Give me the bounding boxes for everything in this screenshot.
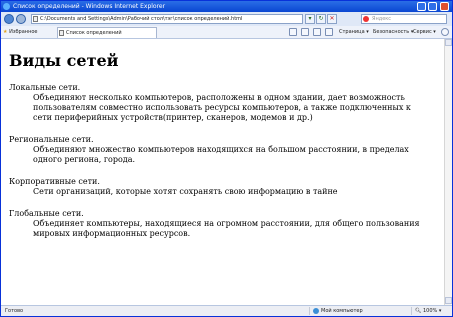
forward-button[interactable] (16, 14, 26, 24)
address-input[interactable]: C:\Documents and Settings\Admin\Рабочий … (31, 14, 303, 24)
definition-term: Корпоративные сети. (9, 177, 100, 186)
back-button[interactable] (4, 14, 14, 24)
star-icon: ★ (3, 29, 8, 35)
refresh-icon[interactable]: ↻ (316, 14, 326, 24)
status-text: Готово (5, 308, 24, 314)
tools-menu-label: Сервис (413, 29, 432, 35)
definition-list: Локальные сети. Объединяют несколько ком… (9, 83, 429, 251)
window-title: Список определений - Windows Internet Ex… (13, 3, 166, 10)
stop-icon[interactable]: ✕ (327, 14, 337, 24)
home-icon[interactable] (289, 28, 297, 36)
definition-description: Сети организаций, которые хотят сохранят… (33, 187, 338, 196)
security-menu-label: Безопасность (373, 29, 410, 35)
tab-current[interactable]: Список определений (57, 27, 157, 38)
page-content: Виды сетей Локальные сети. Объединяют не… (1, 39, 444, 305)
status-divider (309, 307, 310, 315)
definition-term: Региональные сети. (9, 135, 94, 144)
close-button[interactable] (440, 2, 449, 11)
scroll-down-button[interactable] (445, 297, 452, 304)
favorites-label: Избранное (9, 29, 38, 35)
tab-title: Список определений (66, 30, 122, 36)
tabs-toolbar: ★ Избранное Список определений Страница … (1, 26, 452, 39)
feeds-icon[interactable] (301, 28, 309, 36)
address-toolbar: C:\Documents and Settings\Admin\Рабочий … (1, 12, 452, 27)
zone-label: Мой компьютер (321, 308, 363, 314)
minimize-button[interactable] (417, 2, 426, 11)
definition-description: Объединяют несколько компьютеров, распол… (33, 93, 411, 122)
definition-description: Объединяет компьютеры, находящиеся на ог… (33, 219, 420, 238)
ie-icon (3, 3, 10, 10)
zoom-level: 100% (422, 308, 438, 314)
title-bar: Список определений - Windows Internet Ex… (1, 1, 452, 12)
page-menu-label: Страница (339, 29, 365, 35)
status-bar: Готово Мой компьютер 🔍︎ 100% ▾ (1, 305, 452, 316)
search-placeholder: Яндекс (372, 16, 392, 22)
page-icon (33, 16, 38, 22)
zoom-icon: 🔍︎ (415, 308, 422, 314)
mail-icon[interactable] (313, 28, 321, 36)
scroll-up-button[interactable] (445, 39, 452, 46)
computer-icon (313, 307, 319, 314)
page-heading: Виды сетей (9, 51, 119, 70)
print-icon[interactable] (325, 28, 333, 36)
page-menu[interactable]: Страница ▾ (339, 27, 369, 37)
definition-term: Глобальные сети. (9, 209, 84, 218)
search-input[interactable]: Яндекс (361, 14, 447, 24)
address-url: C:\Documents and Settings\Admin\Рабочий … (40, 16, 243, 22)
favorites-button[interactable]: ★ Избранное (3, 27, 37, 37)
dropdown-icon[interactable]: ▾ (305, 14, 315, 24)
zoom-control[interactable]: 🔍︎ 100% ▾ (415, 306, 441, 316)
security-menu[interactable]: Безопасность ▾ (373, 27, 413, 37)
definition-term: Локальные сети. (9, 83, 81, 92)
browser-window: Список определений - Windows Internet Ex… (0, 0, 453, 317)
definition-description: Объединяют множество компьютеров находящ… (33, 145, 409, 164)
maximize-button[interactable] (428, 2, 437, 11)
vertical-scrollbar[interactable] (444, 39, 452, 305)
help-icon[interactable] (441, 28, 449, 36)
tools-menu[interactable]: Сервис ▾ (413, 27, 436, 37)
security-zone[interactable]: Мой компьютер (313, 306, 363, 316)
yandex-icon (363, 16, 369, 22)
page-icon (59, 30, 64, 36)
status-divider (411, 307, 412, 315)
